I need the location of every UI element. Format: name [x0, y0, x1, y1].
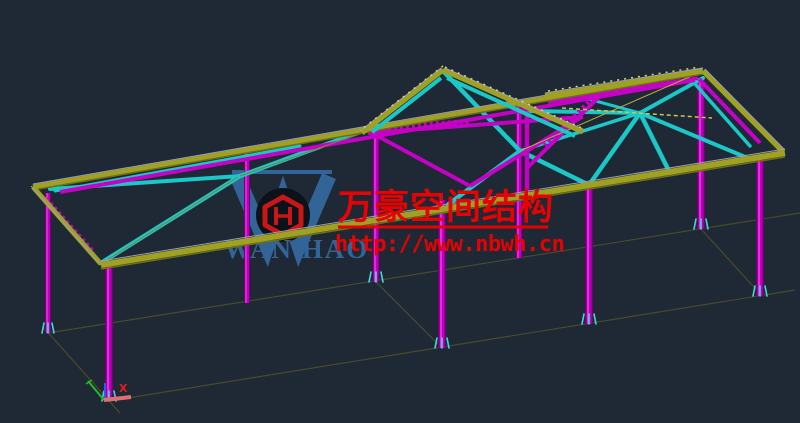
ucs-x-label: X	[119, 382, 128, 395]
column	[759, 158, 760, 296]
column	[47, 193, 48, 333]
column	[700, 78, 701, 229]
cad-viewport[interactable]: WAN HAO	[0, 0, 800, 423]
company-name-cn: 万豪空间结构	[338, 188, 554, 228]
column	[588, 186, 589, 324]
column	[108, 266, 109, 401]
website-url: http://www.nbwh.cn	[335, 232, 564, 257]
watermark-texts: 万豪空间结构 http://www.nbwh.cn	[335, 188, 564, 257]
